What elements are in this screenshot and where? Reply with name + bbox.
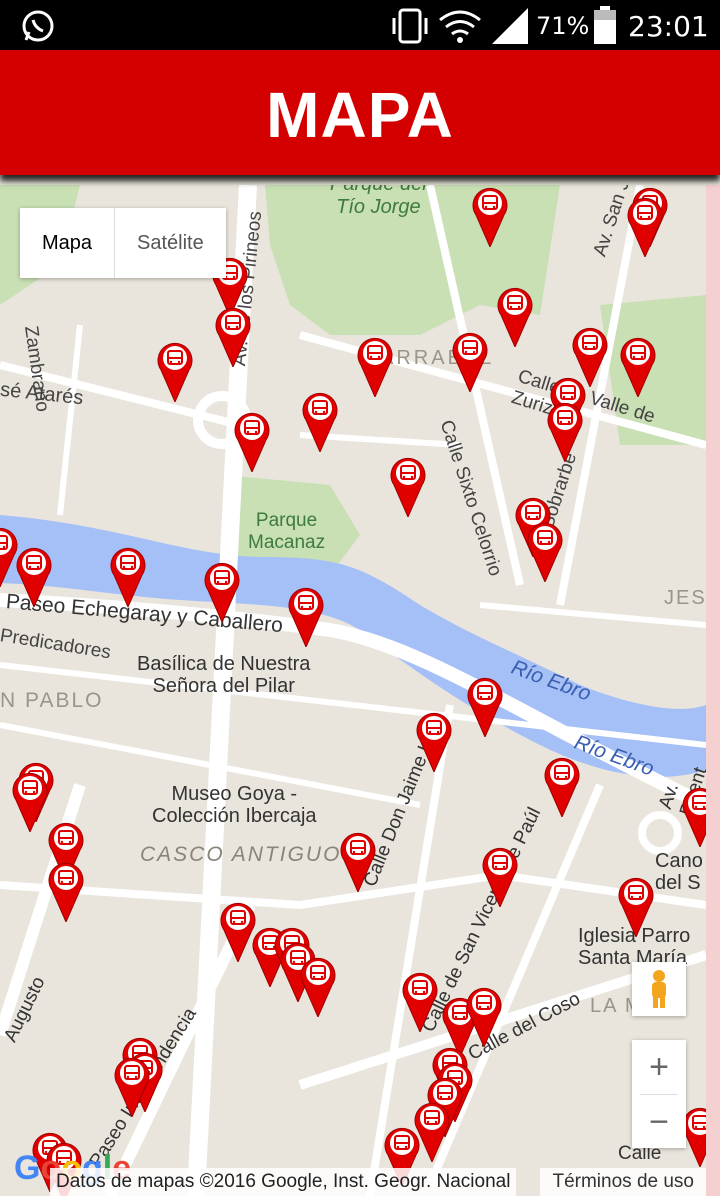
bus-marker-icon	[340, 832, 376, 894]
bus-stop-marker[interactable]	[416, 710, 452, 774]
bus-marker-icon	[620, 337, 656, 399]
vibrate-icon	[392, 8, 428, 44]
label-san-pablo: N PABLO	[0, 689, 104, 712]
bus-stop-marker[interactable]	[288, 585, 324, 649]
bus-marker-icon	[220, 902, 256, 964]
bus-marker-icon	[114, 1057, 150, 1119]
map-type-satellite-button[interactable]: Satélite	[115, 208, 226, 278]
page-title: MAPA	[266, 79, 454, 151]
bus-stop-marker[interactable]	[682, 785, 706, 849]
bus-marker-icon	[110, 547, 146, 609]
bus-marker-icon	[466, 987, 502, 1049]
bus-stop-marker[interactable]	[627, 195, 663, 259]
bus-stop-marker[interactable]	[544, 755, 580, 819]
battery-percent: 71%	[536, 12, 590, 40]
bus-marker-icon	[627, 197, 663, 259]
map-attribution: Datos de mapas ©2016 Google, Inst. Geogr…	[50, 1168, 517, 1196]
bus-marker-icon	[204, 562, 240, 624]
bus-stop-marker[interactable]	[16, 545, 52, 609]
bus-stop-marker[interactable]	[497, 285, 533, 349]
bus-stop-marker[interactable]	[482, 845, 518, 909]
label-cano: Cano del S	[655, 850, 703, 894]
bus-marker-icon	[288, 587, 324, 649]
bus-stop-marker[interactable]	[110, 545, 146, 609]
right-edge	[706, 185, 720, 1196]
bus-stop-marker[interactable]	[204, 560, 240, 624]
bus-stop-marker[interactable]	[300, 955, 336, 1019]
bus-marker-icon	[300, 957, 336, 1019]
bus-marker-icon	[544, 757, 580, 819]
bus-marker-icon	[467, 677, 503, 739]
label-parque-macanaz: Parque Macanaz	[248, 510, 326, 553]
bus-marker-icon	[12, 772, 48, 834]
bus-stop-marker[interactable]	[48, 860, 84, 924]
bus-marker-icon	[472, 187, 508, 249]
battery-icon	[594, 6, 616, 44]
map-type-toggle: Mapa Satélite	[20, 208, 226, 278]
bus-stop-marker[interactable]	[215, 305, 251, 369]
zoom-in-button[interactable]: +	[632, 1040, 686, 1094]
bus-marker-icon	[357, 337, 393, 399]
bus-marker-icon	[547, 402, 583, 464]
label-basilica: Basílica de Nuestra Señora del Pilar	[137, 653, 311, 697]
label-parque-tio-jorge: Parque del Tío Jorge	[330, 185, 427, 218]
app-bar: MAPA	[0, 50, 720, 175]
bus-marker-icon	[482, 847, 518, 909]
signal-icon	[492, 8, 528, 44]
bus-marker-icon	[215, 307, 251, 369]
bus-marker-icon	[527, 522, 563, 584]
whatsapp-icon	[22, 10, 54, 42]
clock: 23:01	[628, 10, 709, 43]
terms-of-use-link[interactable]: Términos de uso	[540, 1168, 706, 1196]
wifi-icon	[439, 10, 481, 43]
pegman-icon	[652, 970, 666, 1008]
bus-marker-icon	[157, 342, 193, 404]
label-museo-goya: Museo Goya - Colección Ibercaja	[152, 783, 317, 827]
bus-marker-icon	[48, 862, 84, 924]
map-type-map-button[interactable]: Mapa	[20, 208, 116, 278]
status-bar: 71% 23:01	[0, 0, 720, 50]
bus-stop-marker[interactable]	[527, 520, 563, 584]
bus-marker-icon	[497, 287, 533, 349]
bus-marker-icon	[302, 392, 338, 454]
bus-marker-icon	[402, 972, 438, 1034]
bus-marker-icon	[234, 412, 270, 474]
zoom-controls: + −	[632, 1040, 686, 1148]
bus-marker-icon	[682, 787, 706, 849]
map-view[interactable]: Parque del Tío Jorge ARRABAL Calle de Va…	[0, 185, 706, 1196]
label-jes: JES	[664, 587, 706, 609]
bus-stop-marker[interactable]	[390, 455, 426, 519]
bus-stop-marker[interactable]	[302, 390, 338, 454]
bus-stop-marker[interactable]	[466, 985, 502, 1049]
bus-marker-icon	[16, 547, 52, 609]
bus-stop-marker[interactable]	[467, 675, 503, 739]
bus-marker-icon	[618, 877, 654, 939]
bus-stop-marker[interactable]	[402, 970, 438, 1034]
bus-stop-marker[interactable]	[357, 335, 393, 399]
zoom-out-button[interactable]: −	[632, 1095, 686, 1149]
bus-stop-marker[interactable]	[547, 400, 583, 464]
bus-marker-icon	[390, 457, 426, 519]
bus-stop-marker[interactable]	[12, 770, 48, 834]
bus-stop-marker[interactable]	[114, 1055, 150, 1119]
bus-stop-marker[interactable]	[157, 340, 193, 404]
bus-stop-marker[interactable]	[620, 335, 656, 399]
bus-stop-marker[interactable]	[340, 830, 376, 894]
bus-marker-icon	[452, 332, 488, 394]
bus-stop-marker[interactable]	[472, 185, 508, 249]
bus-stop-marker[interactable]	[220, 900, 256, 964]
bus-stop-marker[interactable]	[618, 875, 654, 939]
bus-stop-marker[interactable]	[234, 410, 270, 474]
street-view-button[interactable]	[632, 962, 686, 1016]
bus-stop-marker[interactable]	[452, 330, 488, 394]
label-casco-antiguo: CASCO ANTIGUO	[140, 843, 342, 866]
bus-marker-icon	[416, 712, 452, 774]
